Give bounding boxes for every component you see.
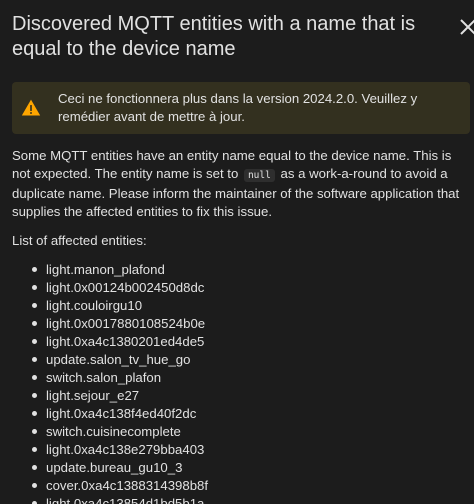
- list-item: update.salon_tv_hue_go: [32, 351, 208, 369]
- warning-triangle-icon: [21, 99, 41, 116]
- code-null: null: [243, 169, 275, 182]
- bullet-icon: [32, 375, 37, 380]
- bullet-icon: [32, 429, 37, 434]
- entity-list: light.manon_plafond light.0x00124b002450…: [32, 261, 208, 504]
- description: Some MQTT entities have an entity name e…: [12, 147, 470, 221]
- list-item: light.0xa4c138f4ed40f2dc: [32, 405, 208, 423]
- bullet-icon: [32, 321, 37, 326]
- list-item: light.0x0017880108524b0e: [32, 315, 208, 333]
- bullet-icon: [32, 267, 37, 272]
- list-item: light.couloirgu10: [32, 297, 208, 315]
- bullet-icon: [32, 357, 37, 362]
- list-item: update.bureau_gu10_3: [32, 459, 208, 477]
- list-item: cover.0xa4c1388314398b8f: [32, 477, 208, 495]
- list-item: switch.cuisinecomplete: [32, 423, 208, 441]
- bullet-icon: [32, 339, 37, 344]
- bullet-icon: [32, 393, 37, 398]
- close-icon: [460, 19, 474, 35]
- list-item: light.0x00124b002450d8dc: [32, 279, 208, 297]
- list-item: light.0xa4c1380201ed4de5: [32, 333, 208, 351]
- bullet-icon: [32, 285, 37, 290]
- list-item: light.0xa4c138e279bba403: [32, 441, 208, 459]
- bullet-icon: [32, 483, 37, 488]
- list-label: List of affected entities:: [12, 233, 147, 248]
- repair-dialog: Discovered MQTT entities with a name tha…: [0, 0, 474, 504]
- close-button[interactable]: [458, 14, 474, 38]
- list-item: light.manon_plafond: [32, 261, 208, 279]
- dialog-title: Discovered MQTT entities with a name tha…: [12, 13, 416, 60]
- bullet-icon: [32, 303, 37, 308]
- warning-alert: Ceci ne fonctionnera plus dans la versio…: [12, 82, 470, 134]
- bullet-icon: [32, 447, 37, 452]
- bullet-icon: [32, 411, 37, 416]
- list-item: light.0xa4c13854d1bd5b1a: [32, 495, 208, 504]
- warning-text: Ceci ne fonctionnera plus dans la versio…: [58, 91, 418, 124]
- list-item: switch.salon_plafon: [32, 369, 208, 387]
- bullet-icon: [32, 465, 37, 470]
- list-item: light.sejour_e27: [32, 387, 208, 405]
